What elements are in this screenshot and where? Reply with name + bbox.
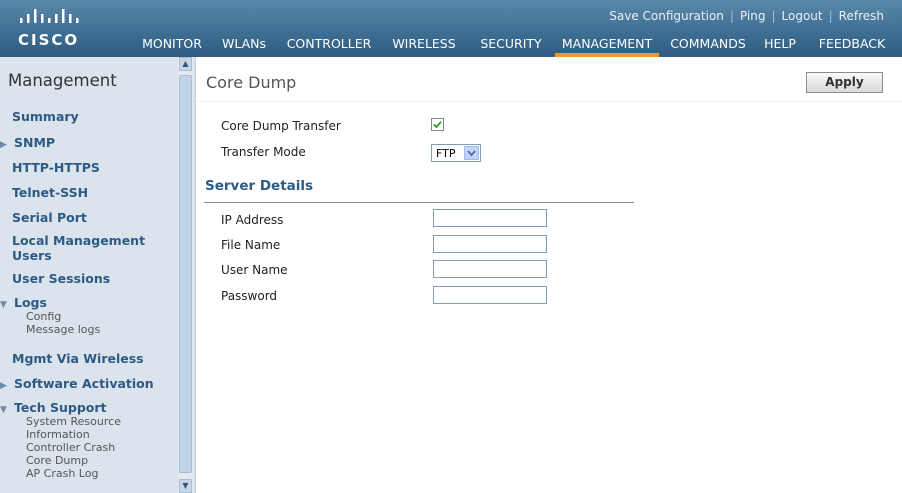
refresh-link[interactable]: Refresh [839,9,884,23]
core-dump-transfer-label: Core Dump Transfer [221,119,341,133]
sidebar-subitem-controller-crash[interactable]: Controller Crash [10,441,115,455]
transfer-mode-select[interactable]: FTP [431,144,481,162]
sidebar-subitem-system-resource-information[interactable]: System Resource Information [10,415,150,441]
sidebar-item-user-sessions[interactable]: User Sessions [12,271,110,286]
sidebar-scrollbar[interactable]: ▲ ▼ [178,57,193,493]
sidebar-item-local-management-users[interactable]: Local Management Users [12,233,172,263]
user-name-label: User Name [221,263,288,277]
expand-arrow-icon: ▶ [0,381,7,391]
menu-commands[interactable]: COMMANDS [663,30,753,57]
menu-security[interactable]: SECURITY [471,30,551,57]
file-name-input[interactable] [433,235,547,253]
main-menu: MONITOR WLANs CONTROLLER WIRELESS SECURI… [0,30,902,57]
sidebar-item-serial-port[interactable]: Serial Port [12,210,87,225]
scrollbar-thumb[interactable] [179,75,192,473]
core-dump-transfer-checkbox[interactable] [431,118,444,131]
sidebar-item-http-https[interactable]: HTTP-HTTPS [12,160,100,175]
sidebar: Management Summary ▶ SNMP HTTP-HTTPS Teln… [0,57,196,493]
page-title: Core Dump [206,73,297,92]
top-header: CISCO Save Configuration | Ping | Logout | Ref… [0,0,902,57]
checkmark-icon [433,121,442,129]
top-links: Save Configuration | Ping | Logout | Refresh [609,9,884,23]
menu-feedback[interactable]: FEEDBACK [808,30,896,57]
password-input[interactable] [433,286,547,304]
logout-link[interactable]: Logout [782,9,823,23]
menu-monitor[interactable]: MONITOR [137,30,207,57]
expand-arrow-icon: ▶ [0,140,7,150]
sidebar-subitem-core-dump[interactable]: Core Dump [10,454,88,468]
menu-controller[interactable]: CONTROLLER [279,30,379,57]
title-divider [197,101,902,102]
sidebar-item-mgmt-via-wireless[interactable]: Mgmt Via Wireless [12,351,144,366]
chevron-down-icon [464,146,479,160]
transfer-mode-label: Transfer Mode [221,145,306,159]
sidebar-item-telnet-ssh[interactable]: Telnet-SSH [12,185,88,200]
apply-button[interactable]: Apply [806,72,883,93]
file-name-label: File Name [221,238,281,252]
scroll-down-icon[interactable]: ▼ [179,479,192,493]
scroll-up-icon[interactable]: ▲ [179,57,192,71]
user-name-input[interactable] [433,260,547,278]
menu-management[interactable]: MANAGEMENT [555,30,659,57]
sidebar-item-software-activation[interactable]: ▶ Software Activation [0,376,154,394]
ip-address-label: IP Address [221,213,284,227]
sidebar-subitem-message-logs[interactable]: Message logs [10,323,100,337]
sidebar-item-snmp[interactable]: ▶ SNMP [0,135,55,153]
sidebar-subitem-ap-crash-log[interactable]: AP Crash Log [10,467,98,481]
section-divider [204,202,634,203]
sidebar-item-summary[interactable]: Summary [12,109,79,124]
menu-help[interactable]: HELP [756,30,804,57]
menu-wireless[interactable]: WIRELESS [384,30,464,57]
transfer-mode-value: FTP [436,147,456,160]
password-label: Password [221,289,278,303]
server-details-heading: Server Details [205,178,314,194]
ip-address-input[interactable] [433,209,547,227]
sidebar-subitem-config[interactable]: Config [10,310,61,324]
main-content: Core Dump Apply Core Dump Transfer Trans… [197,57,902,493]
save-configuration-link[interactable]: Save Configuration [609,9,724,23]
menu-wlans[interactable]: WLANs [214,30,274,57]
ping-link[interactable]: Ping [740,9,766,23]
cisco-bars-icon [20,9,79,23]
sidebar-title: Management [8,71,117,90]
